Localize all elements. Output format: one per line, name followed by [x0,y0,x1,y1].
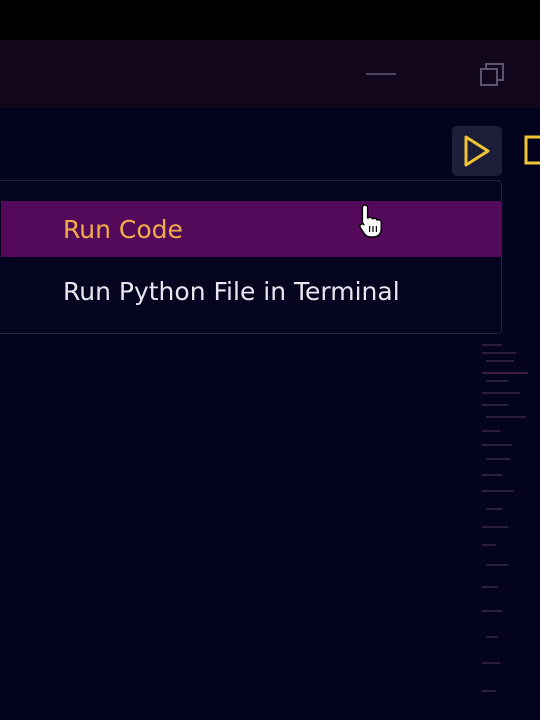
split-editor-button[interactable] [518,134,540,166]
restore-icon[interactable] [476,58,508,90]
play-icon [464,135,490,167]
split-editor-icon [524,135,540,165]
run-context-menu: Run Code Run Python File in Terminal [0,180,502,334]
vscode-window: Run Code Run Python File in Terminal [0,0,540,720]
menu-item-label: Run Code [63,214,183,244]
menu-item-run-code[interactable]: Run Code [1,201,501,257]
title-bar [0,40,540,108]
menu-item-label: Run Python File in Terminal [63,276,400,306]
minimap[interactable] [474,340,540,720]
run-button[interactable] [452,126,502,176]
hand-pointer-icon [358,203,384,239]
minimize-icon[interactable] [366,70,396,78]
menu-item-run-python-file-in-terminal[interactable]: Run Python File in Terminal [1,263,501,319]
